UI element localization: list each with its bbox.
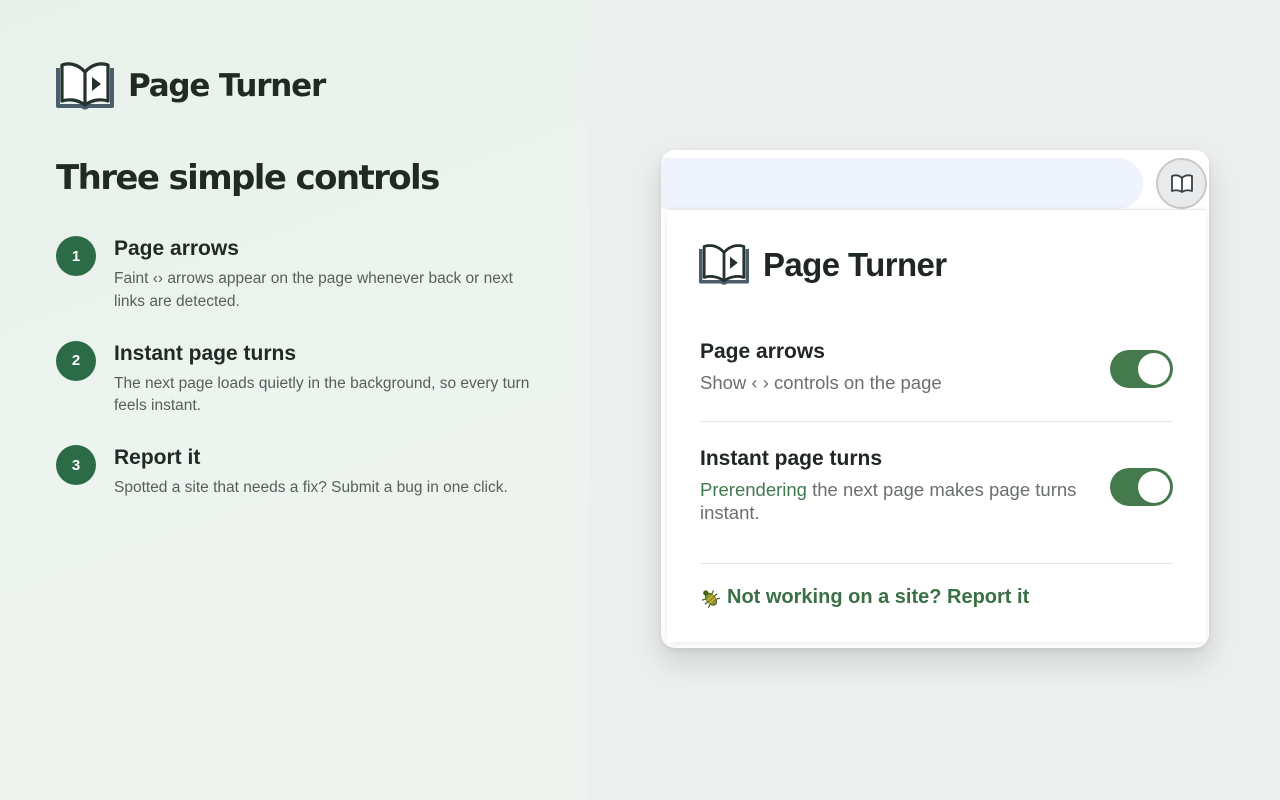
bug-icon <box>701 589 721 608</box>
popup-title: Page Turner <box>763 245 947 283</box>
feature-number-badge: 1 <box>56 236 96 276</box>
headline: Three simple controls <box>56 158 440 198</box>
toggle-knob <box>1138 471 1170 503</box>
setting-description: Show ‹ › controls on the page <box>700 372 942 393</box>
setting-description: Prerendering the next page makes page tu… <box>700 478 1080 524</box>
feature-number-badge: 3 <box>56 445 96 485</box>
marketing-panel: Page Turner Three simple controls 1 Page… <box>0 0 590 800</box>
feature-item: 3 Report it Spotted a site that needs a … <box>56 445 546 550</box>
feature-title: Page arrows <box>114 237 239 260</box>
setting-title: Instant page turns <box>700 447 883 470</box>
divider <box>700 421 1173 422</box>
feature-list: 1 Page arrows Faint ‹› arrows appear on … <box>56 236 546 550</box>
book-play-icon <box>56 62 114 110</box>
setting-title: Page arrows <box>700 340 825 363</box>
browser-window: Page Turner Page arrows Show ‹ › control… <box>661 150 1209 648</box>
brand-name: Page Turner <box>128 68 326 104</box>
feature-title: Report it <box>114 446 201 469</box>
extension-popup: Page Turner Page arrows Show ‹ › control… <box>667 209 1206 642</box>
feature-number-badge: 2 <box>56 340 96 381</box>
feature-title: Instant page turns <box>114 341 297 365</box>
feature-description: The next page loads quietly in the backg… <box>114 374 530 415</box>
feature-description: Faint ‹› arrows appear on the page whene… <box>114 270 513 310</box>
extension-button[interactable] <box>1156 158 1207 209</box>
feature-item: 1 Page arrows Faint ‹› arrows appear on … <box>56 236 546 341</box>
book-play-icon <box>699 244 749 285</box>
setting-description-highlight: Prerendering <box>700 479 807 500</box>
open-book-icon <box>1170 174 1193 193</box>
report-link-label: Not working on a site? Report it <box>727 586 1030 608</box>
instant-page-turns-toggle[interactable] <box>1110 468 1173 506</box>
divider <box>700 563 1173 564</box>
report-link[interactable]: Not working on a site? Report it <box>699 586 1029 609</box>
brand: Page Turner <box>56 60 326 112</box>
setting-instant-page-turns: Instant page turns Prerendering the next… <box>700 447 1173 524</box>
feature-item: 2 Instant page turns The next page loads… <box>56 340 546 446</box>
page-arrows-toggle[interactable] <box>1110 350 1173 388</box>
toggle-knob <box>1138 353 1170 385</box>
setting-page-arrows: Page arrows Show ‹ › controls on the pag… <box>700 340 1173 394</box>
browser-toolbar <box>661 150 1209 210</box>
address-bar[interactable] <box>661 158 1143 209</box>
popup-header: Page Turner <box>699 242 947 287</box>
feature-description: Spotted a site that needs a fix? Submit … <box>114 479 508 496</box>
